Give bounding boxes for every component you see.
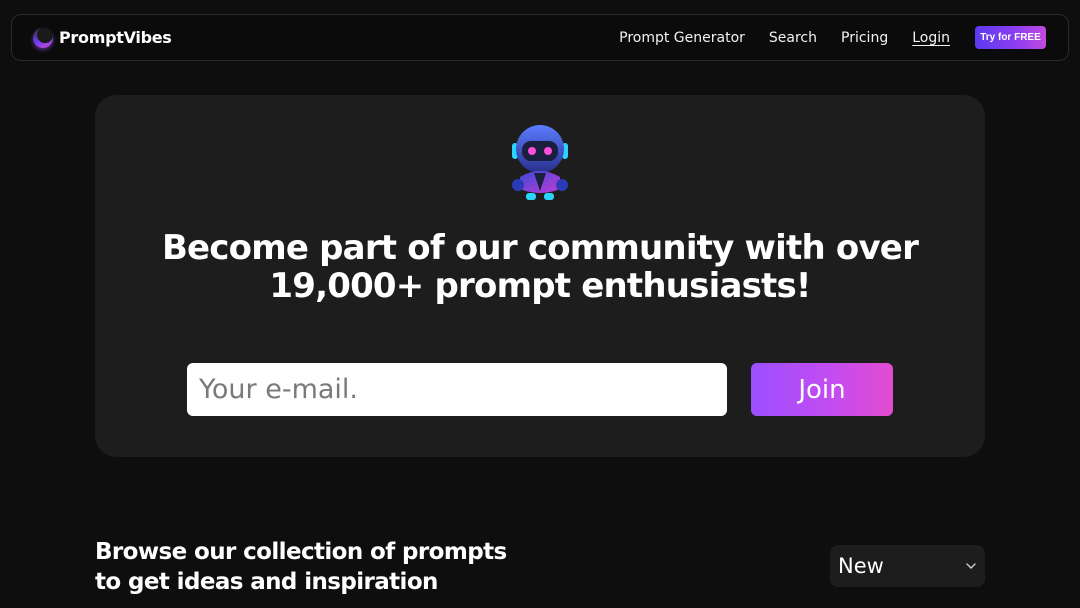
sort-selected-value: New bbox=[838, 554, 884, 578]
hero-heading-line2: 19,000+ prompt enthusiasts! bbox=[269, 266, 811, 306]
browse-heading-line1: Browse our collection of prompts bbox=[95, 539, 507, 565]
browse-heading: Browse our collection of prompts to get … bbox=[95, 537, 507, 597]
email-input[interactable] bbox=[187, 363, 727, 416]
nav-link-pricing[interactable]: Pricing bbox=[841, 30, 888, 46]
brand-name: PromptVibes bbox=[59, 28, 172, 47]
hero-heading: Become part of our community with over 1… bbox=[95, 229, 985, 305]
chevron-down-icon bbox=[966, 563, 976, 569]
brand-logo-link[interactable]: PromptVibes bbox=[33, 27, 172, 48]
sort-dropdown[interactable]: New bbox=[830, 545, 985, 587]
community-signup-card: Become part of our community with over 1… bbox=[95, 95, 985, 457]
nav-links: Prompt Generator Search Pricing Login Tr… bbox=[595, 26, 1046, 49]
join-button[interactable]: Join bbox=[751, 363, 893, 416]
nav-link-prompt-generator[interactable]: Prompt Generator bbox=[619, 30, 745, 46]
browse-heading-line2: to get ideas and inspiration bbox=[95, 569, 438, 595]
top-navbar: PromptVibes Prompt Generator Search Pric… bbox=[11, 14, 1069, 61]
hero-heading-line1: Become part of our community with over bbox=[161, 228, 919, 268]
nav-link-login[interactable]: Login bbox=[912, 30, 950, 46]
nav-link-search[interactable]: Search bbox=[769, 30, 817, 46]
robot-mascot-icon bbox=[512, 125, 568, 200]
try-for-free-button[interactable]: Try for FREE bbox=[975, 26, 1046, 49]
logo-orb-icon bbox=[33, 27, 53, 48]
